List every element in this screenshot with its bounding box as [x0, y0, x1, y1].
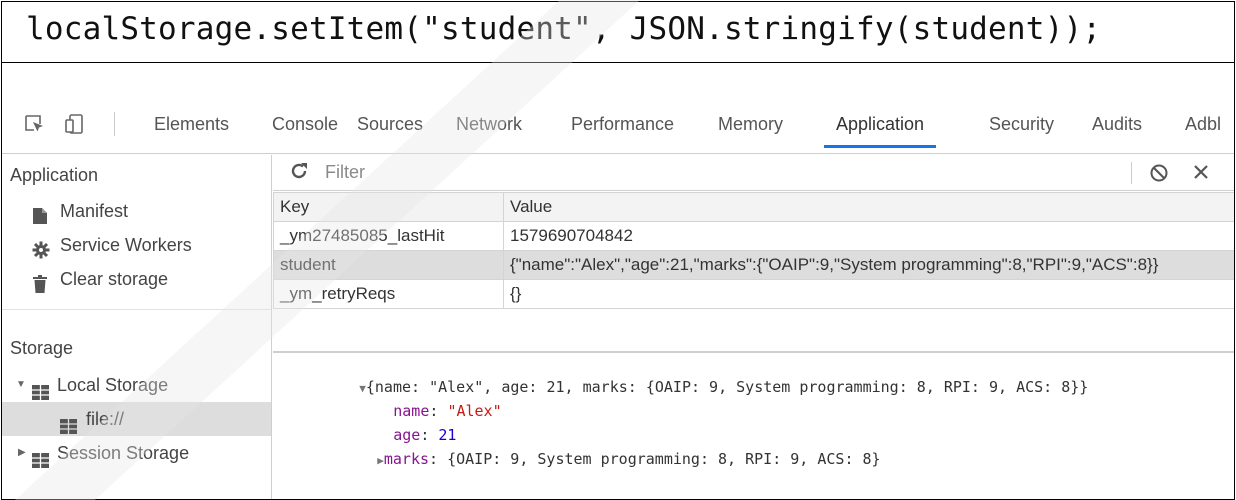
tab-performance[interactable]: Performance [571, 94, 674, 154]
sidebar-item-label: Manifest [60, 201, 129, 221]
sidebar-item-local-storage[interactable]: ▼ Local Storage [2, 368, 271, 402]
sidebar-item-label: Session Storage [57, 443, 190, 463]
filter-input[interactable] [325, 159, 1125, 185]
table-row[interactable]: _ym_retryReqs {} [273, 279, 1234, 309]
tab-elements[interactable]: Elements [154, 94, 229, 154]
column-header-value[interactable]: Value [503, 192, 1234, 222]
sidebar-header-application: Application [10, 165, 99, 185]
row-value[interactable]: 1579690704842 [503, 221, 1234, 251]
sidebar-header-storage: Storage [10, 338, 74, 358]
row-key[interactable]: _ym_retryReqs [273, 279, 504, 309]
sidebar-item-session-storage[interactable]: ▶ Session Storage [2, 436, 271, 470]
toolbar-separator [114, 112, 115, 136]
tab-network[interactable]: Network [456, 94, 522, 154]
expand-arrow-icon[interactable]: ▶ [377, 454, 384, 467]
table-row[interactable]: student {"name":"Alex","age":21,"marks":… [273, 250, 1234, 280]
grid-icon [32, 377, 49, 400]
row-key[interactable]: student [273, 250, 504, 280]
refresh-icon[interactable] [289, 161, 309, 185]
table-row[interactable]: _ym27485085_lastHit 1579690704842 [273, 221, 1234, 251]
sidebar-item-label: file:// [86, 409, 125, 429]
grid-icon [60, 411, 77, 434]
filter-separator [1131, 162, 1132, 184]
sidebar-item-clear-storage[interactable]: Clear storage [2, 262, 271, 296]
expand-arrow-icon[interactable]: ▼ [16, 368, 26, 402]
expand-arrow-icon[interactable]: ▶ [18, 436, 26, 470]
code-line: localStorage.setItem("student", JSON.str… [26, 11, 1102, 47]
sidebar-item-label: Local Storage [57, 375, 169, 395]
tab-adblock[interactable]: Adbl [1185, 94, 1221, 154]
clear-all-icon[interactable] [1149, 163, 1169, 187]
table-preview-divider [273, 351, 1234, 353]
sidebar-item-local-storage-file[interactable]: file:// [2, 402, 271, 436]
table-header-row: Key Value [273, 192, 1234, 222]
sidebar-divider [2, 309, 271, 310]
tab-security[interactable]: Security [989, 94, 1054, 154]
property-key: marks [383, 450, 430, 468]
devtools-toolbar: Elements Console Sources Network Perform… [2, 94, 1234, 154]
sidebar-item-label: Clear storage [60, 269, 169, 289]
tab-audits[interactable]: Audits [1092, 94, 1142, 154]
tab-memory[interactable]: Memory [718, 94, 783, 154]
trash-icon [33, 270, 49, 293]
sidebar-item-service-workers[interactable]: Service Workers [2, 228, 271, 262]
column-header-key[interactable]: Key [273, 192, 504, 222]
inspect-element-icon[interactable] [24, 114, 46, 134]
device-toolbar-icon[interactable] [64, 114, 86, 134]
row-key[interactable]: _ym27485085_lastHit [273, 221, 504, 251]
application-sidebar: Application Manifest Service Workers Cle… [2, 155, 272, 499]
code-snippet-row: localStorage.setItem("student", JSON.str… [2, 2, 1234, 63]
property-value: {OAIP: 9, System programming: 8, RPI: 9,… [447, 450, 881, 468]
gear-icon [32, 236, 50, 259]
document-icon [32, 202, 48, 224]
storage-table: Key Value _ym27485085_lastHit 1579690704… [273, 192, 1234, 309]
tab-console[interactable]: Console [272, 94, 338, 154]
screenshot-frame: localStorage.setItem("student", JSON.str… [1, 1, 1235, 500]
value-preview: ▼{name: "Alex", age: 21, marks: {OAIP: 9… [273, 356, 1234, 499]
filter-bar [273, 155, 1234, 191]
grid-icon [32, 445, 49, 468]
delete-selected-icon[interactable] [1193, 164, 1209, 184]
sidebar-item-label: Service Workers [60, 235, 192, 255]
devtools-panel: Elements Console Sources Network Perform… [2, 64, 1234, 499]
preview-property-marks[interactable]: ▶marks: {OAIP: 9, System programming: 8,… [305, 432, 881, 486]
sidebar-item-manifest[interactable]: Manifest [2, 194, 271, 228]
row-value[interactable]: {} [503, 279, 1234, 309]
tab-sources[interactable]: Sources [357, 94, 423, 154]
row-value[interactable]: {"name":"Alex","age":21,"marks":{"OAIP":… [503, 250, 1234, 280]
tab-application[interactable]: Application [823, 94, 937, 154]
